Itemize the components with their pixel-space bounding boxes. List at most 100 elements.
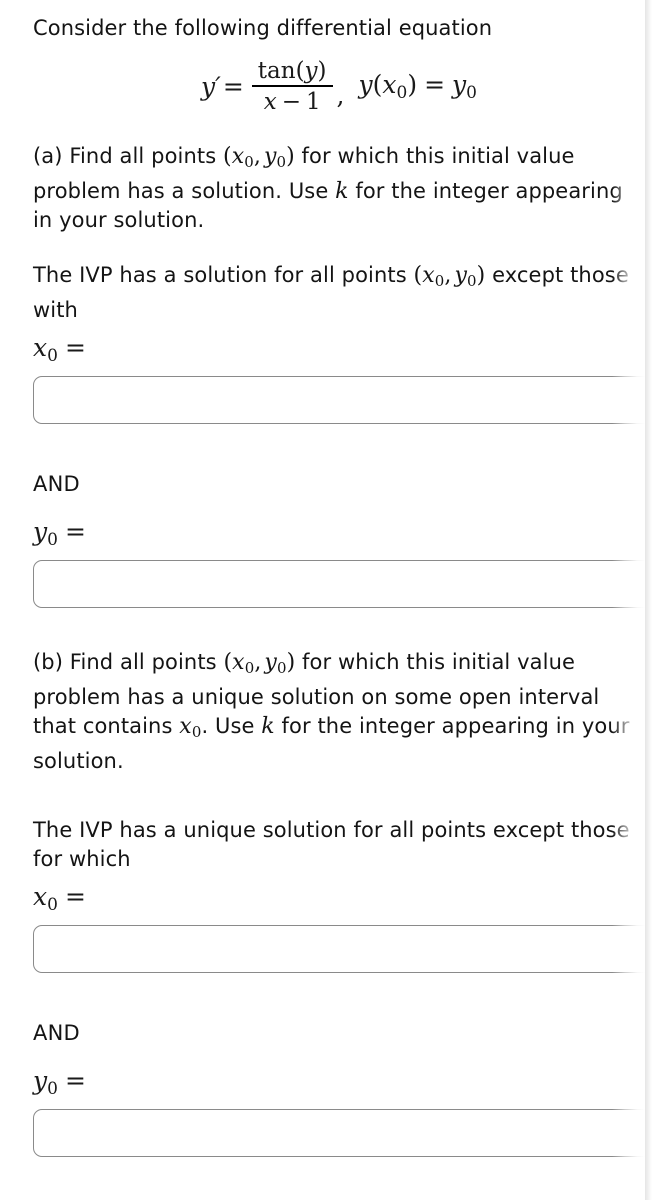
- question-content: Consider the following differential equa…: [0, 0, 645, 1187]
- spacer-a-and: [33, 424, 645, 470]
- x0-var: x: [33, 882, 48, 912]
- spacer-before-part-a: [33, 124, 645, 142]
- y-var: y: [263, 143, 277, 169]
- x0-inline-b: x0: [179, 713, 202, 742]
- spacer-before-part-b: [33, 608, 645, 648]
- denominator-number: 1: [305, 88, 321, 115]
- point-comma: ,: [444, 263, 452, 289]
- part-b-y0-label: y0 =: [33, 1066, 645, 1104]
- part-a-question: (a) Find all points (x0, y0) for which th…: [33, 142, 645, 235]
- equation-equals: =: [222, 71, 244, 101]
- spacer-a-x-label: [33, 325, 645, 333]
- denominator-minus: −: [281, 88, 301, 115]
- ic-open-paren: (: [372, 70, 383, 100]
- point-comma: ,: [254, 649, 262, 675]
- y0-var: y: [33, 517, 48, 546]
- point-notation-a1: (x0, y0): [223, 143, 295, 172]
- x-var: x: [232, 649, 245, 675]
- part-a-y0-answer-input[interactable]: [33, 559, 645, 608]
- x-sub: 0: [244, 153, 254, 172]
- x0-sub: 0: [191, 723, 202, 742]
- tan-function: tan: [257, 58, 296, 84]
- equation-comma: ,: [336, 80, 345, 110]
- y-sub: 0: [276, 658, 287, 677]
- part-a-statement: The IVP has a solution for all points (x…: [33, 261, 645, 325]
- part-a-and-label: AND: [33, 472, 80, 496]
- x-sub: 0: [434, 272, 445, 291]
- part-a-x0-answer-input[interactable]: [33, 376, 645, 424]
- fraction-denominator: x −1: [258, 87, 327, 114]
- part-b-question-post: . Use: [201, 713, 262, 738]
- open-paren: (: [413, 263, 423, 289]
- intro-text: Consider the following differential equa…: [33, 16, 493, 40]
- close-paren: ): [286, 143, 295, 169]
- equation-fraction: tan(y) x −1: [251, 59, 333, 114]
- spacer-part-b-statement: [33, 776, 645, 816]
- fraction-numerator: tan(y): [252, 59, 333, 85]
- x0-sub: 0: [47, 346, 58, 366]
- x0-equals: =: [64, 882, 86, 912]
- y0-sub: 0: [47, 529, 58, 550]
- ic-arg-var: x: [382, 70, 397, 100]
- numerator-arg: y: [304, 58, 318, 84]
- spacer-b-y-label: [33, 1048, 645, 1066]
- close-paren: ): [286, 649, 296, 675]
- ic-equals: =: [424, 70, 446, 100]
- point-comma: ,: [253, 143, 261, 169]
- equation-prime: ′: [215, 71, 221, 101]
- y0-equals: =: [64, 1065, 86, 1095]
- y-sub: 0: [467, 272, 477, 291]
- denominator-var: x: [263, 88, 277, 115]
- spacer-bottom: [33, 1157, 645, 1187]
- x-sub: 0: [244, 658, 255, 677]
- y-var: y: [264, 649, 277, 675]
- ic-rhs-var: y: [452, 70, 467, 100]
- close-paren: ): [476, 263, 486, 289]
- differential-equation: y ′ = tan(y) x −1 , y(x0) = y0: [33, 43, 645, 124]
- numerator-open-paren: (: [295, 58, 305, 84]
- numerator-close-paren: ): [317, 58, 327, 84]
- ic-function: y: [358, 70, 373, 100]
- y0-sub: 0: [47, 1078, 58, 1099]
- x-var: x: [231, 143, 245, 169]
- part-a-y0-label: y0 =: [33, 517, 645, 555]
- equation-lhs: y: [201, 71, 216, 101]
- viewport-right-edge-shadow: [645, 0, 669, 1200]
- part-b-question-pre: (b) Find all points: [33, 649, 224, 674]
- y-sub: 0: [276, 153, 287, 172]
- spacer-b-and: [33, 973, 645, 1019]
- x-var: x: [422, 263, 435, 289]
- point-notation-b1: (x0, y0): [223, 649, 296, 677]
- ic-rhs-sub: 0: [466, 82, 477, 103]
- ic-arg-sub: 0: [396, 82, 408, 103]
- part-b-y0-answer-input[interactable]: [33, 1108, 645, 1157]
- equation-row: y ′ = tan(y) x −1 , y(x0) = y0: [201, 59, 477, 114]
- part-b-x0-answer-input[interactable]: [33, 924, 645, 973]
- spacer-part-a-statement: [33, 235, 645, 261]
- k-variable-a: k: [335, 179, 349, 205]
- open-paren: (: [223, 143, 232, 169]
- y-var: y: [454, 263, 467, 289]
- ic-close-paren: ): [407, 70, 418, 100]
- spacer-top: [33, 0, 645, 14]
- y0-equals: =: [64, 517, 86, 546]
- part-a-statement-pre: The IVP has a solution for all points: [33, 263, 414, 288]
- part-a-x0-label: x0 =: [33, 333, 645, 371]
- k-variable-b: k: [261, 713, 275, 739]
- x0-sub: 0: [47, 894, 58, 915]
- point-notation-a2: (x0, y0): [413, 263, 486, 291]
- part-a-question-pre: (a) Find all points: [33, 143, 224, 168]
- y0-var: y: [33, 1065, 48, 1095]
- spacer-b-x-label: [33, 874, 645, 882]
- part-b-statement: The IVP has a unique solution for all po…: [33, 818, 630, 872]
- initial-condition: y(x0) = y0: [358, 70, 477, 103]
- question-scroll-pane[interactable]: Consider the following differential equa…: [0, 0, 645, 1200]
- x0-var: x: [33, 333, 48, 363]
- x0-equals: =: [64, 333, 86, 363]
- part-b-question: (b) Find all points (x0, y0) for which th…: [33, 648, 645, 776]
- open-paren: (: [223, 649, 233, 675]
- part-b-x0-label: x0 =: [33, 882, 645, 920]
- x0-var: x: [179, 713, 192, 739]
- spacer-a-y-label: [33, 499, 645, 517]
- part-b-and-label: AND: [33, 1020, 80, 1045]
